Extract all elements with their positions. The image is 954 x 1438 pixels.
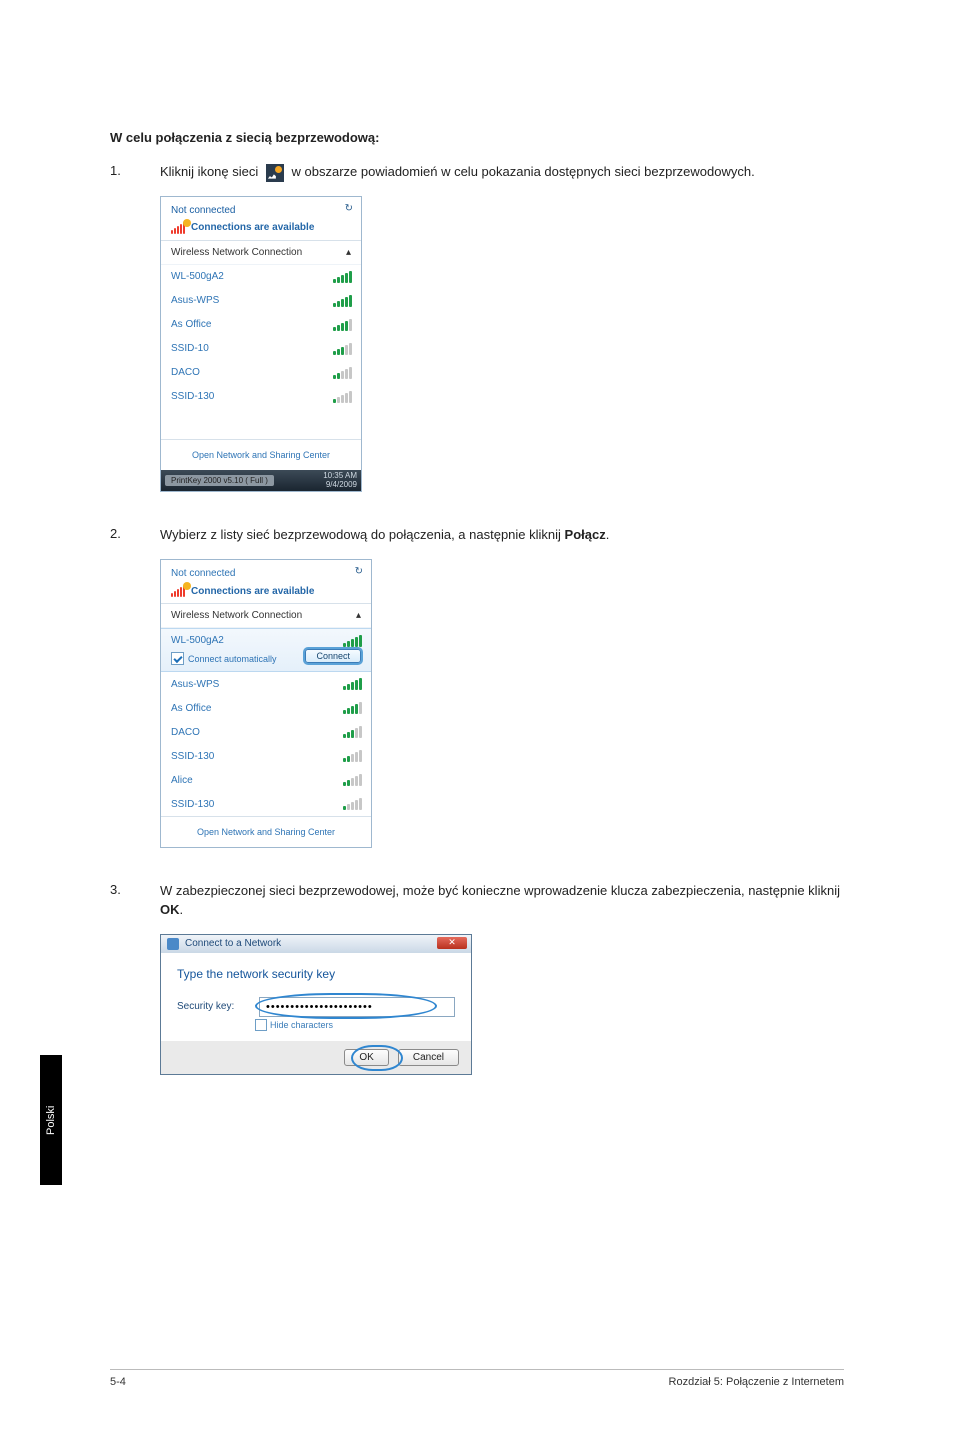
step-1-number: 1. bbox=[110, 163, 160, 182]
network-item[interactable]: SSID-130 bbox=[161, 385, 361, 409]
signal-strength-icon bbox=[343, 750, 361, 762]
network-name: Asus-WPS bbox=[171, 679, 219, 690]
network-item[interactable]: SSID-10 bbox=[161, 337, 361, 361]
ok-button[interactable]: OK bbox=[344, 1049, 388, 1066]
step-3: 3. W zabezpieczonej sieci bezprzewodowej… bbox=[110, 882, 844, 920]
refresh-icon[interactable]: ↻ bbox=[345, 203, 353, 214]
network-item[interactable]: Alice bbox=[161, 768, 371, 792]
network-item[interactable]: DACO bbox=[161, 720, 371, 744]
step-3-text-bold: OK bbox=[160, 902, 180, 917]
network-item[interactable]: WL-500gA2 bbox=[161, 265, 361, 289]
network-name: WL-500gA2 bbox=[171, 635, 361, 646]
connections-available-icon bbox=[171, 585, 185, 597]
section-heading: W celu połączenia z siecią bezprzewodową… bbox=[110, 130, 844, 145]
step-2-number: 2. bbox=[110, 526, 160, 545]
signal-strength-icon bbox=[343, 635, 361, 647]
signal-strength-icon bbox=[343, 774, 361, 786]
signal-strength-icon bbox=[343, 798, 361, 810]
connections-available-label: Connections are available bbox=[191, 586, 314, 597]
wireless-section-title: Wireless Network Connection bbox=[171, 247, 302, 258]
close-button[interactable]: ✕ bbox=[437, 937, 467, 949]
network-item[interactable]: SSID-130 bbox=[161, 744, 371, 768]
chapter-title: Rozdział 5: Połączenie z Internetem bbox=[669, 1376, 844, 1388]
open-sharing-center-link[interactable]: Open Network and Sharing Center bbox=[161, 816, 371, 847]
network-name: Asus-WPS bbox=[171, 295, 219, 306]
signal-strength-icon bbox=[333, 271, 351, 283]
signal-strength-icon bbox=[333, 367, 351, 379]
network-item[interactable]: DACO bbox=[161, 361, 361, 385]
step-3-text-post: . bbox=[180, 902, 184, 917]
page-number: 5-4 bbox=[110, 1376, 126, 1388]
network-item[interactable]: Asus-WPS bbox=[161, 289, 361, 313]
network-status-title: Not connected bbox=[171, 568, 361, 579]
network-flyout-connect: Not connected ↻ Connections are availabl… bbox=[160, 559, 372, 848]
network-item[interactable]: SSID-130 bbox=[161, 792, 371, 816]
signal-strength-icon bbox=[333, 391, 351, 403]
connections-available-label: Connections are available bbox=[191, 222, 314, 233]
language-side-tab: Polski bbox=[40, 1055, 62, 1185]
signal-strength-icon bbox=[333, 319, 351, 331]
wireless-section-title: Wireless Network Connection bbox=[171, 610, 302, 621]
open-sharing-center-link[interactable]: Open Network and Sharing Center bbox=[161, 439, 361, 470]
step-1-body: Kliknij ikonę sieci w obszarze powiadomi… bbox=[160, 163, 844, 182]
network-name: SSID-10 bbox=[171, 343, 209, 354]
refresh-icon[interactable]: ↻ bbox=[355, 566, 363, 577]
network-item[interactable]: As Office bbox=[161, 696, 371, 720]
dialog-app-icon bbox=[167, 938, 179, 950]
step-3-body: W zabezpieczonej sieci bezprzewodowej, m… bbox=[160, 882, 844, 920]
signal-strength-icon bbox=[333, 343, 351, 355]
signal-strength-icon bbox=[343, 678, 361, 690]
dialog-title: Connect to a Network bbox=[185, 938, 281, 949]
signal-strength-icon bbox=[343, 702, 361, 714]
network-name: SSID-130 bbox=[171, 799, 214, 810]
network-item[interactable]: As Office bbox=[161, 313, 361, 337]
network-name: As Office bbox=[171, 703, 211, 714]
step-1: 1. Kliknij ikonę sieci w obszarze powiad… bbox=[110, 163, 844, 182]
network-name: Alice bbox=[171, 775, 193, 786]
collapse-icon[interactable]: ▴ bbox=[346, 247, 351, 258]
network-name: DACO bbox=[171, 727, 200, 738]
security-key-label: Security key: bbox=[177, 1001, 247, 1012]
security-key-input[interactable] bbox=[259, 997, 455, 1017]
page-footer: 5-4 Rozdział 5: Połączenie z Internetem bbox=[110, 1369, 844, 1388]
step-3-number: 3. bbox=[110, 882, 160, 920]
connect-button[interactable]: Connect bbox=[305, 649, 361, 663]
cancel-button[interactable]: Cancel bbox=[398, 1049, 459, 1066]
taskbar: PrintKey 2000 v5.10 ( Full ) 10:35 AM 9/… bbox=[161, 470, 361, 492]
step-1-text-post: w obszarze powiadomień w celu pokazania … bbox=[292, 164, 755, 179]
step-1-text-pre: Kliknij ikonę sieci bbox=[160, 164, 262, 179]
taskbar-time: 10:35 AM bbox=[323, 471, 357, 480]
network-tray-icon bbox=[266, 164, 284, 182]
signal-strength-icon bbox=[343, 726, 361, 738]
step-2-text-pre: Wybierz z listy sieć bezprzewodową do po… bbox=[160, 527, 565, 542]
step-2: 2. Wybierz z listy sieć bezprzewodową do… bbox=[110, 526, 844, 545]
signal-strength-icon bbox=[333, 295, 351, 307]
network-flyout-list: Not connected ↻ Connections are availabl… bbox=[160, 196, 362, 493]
hide-characters-checkbox[interactable] bbox=[255, 1019, 267, 1031]
connect-auto-label: Connect automatically bbox=[188, 654, 277, 664]
connect-auto-checkbox[interactable] bbox=[171, 652, 184, 665]
hide-characters-label: Hide characters bbox=[270, 1020, 333, 1030]
network-item-selected[interactable]: WL-500gA2 Connect automatically Connect bbox=[161, 628, 371, 672]
step-2-text-post: . bbox=[606, 527, 610, 542]
step-2-body: Wybierz z listy sieć bezprzewodową do po… bbox=[160, 526, 844, 545]
collapse-icon[interactable]: ▴ bbox=[356, 610, 361, 621]
network-status-title: Not connected bbox=[171, 205, 351, 216]
network-name: As Office bbox=[171, 319, 211, 330]
taskbar-date: 9/4/2009 bbox=[326, 480, 357, 489]
taskbar-app[interactable]: PrintKey 2000 v5.10 ( Full ) bbox=[165, 475, 274, 486]
network-name: DACO bbox=[171, 367, 200, 378]
step-2-text-bold: Połącz bbox=[565, 527, 606, 542]
network-name: WL-500gA2 bbox=[171, 271, 224, 282]
network-name: SSID-130 bbox=[171, 751, 214, 762]
network-name: SSID-130 bbox=[171, 391, 214, 402]
dialog-prompt: Type the network security key bbox=[177, 967, 455, 981]
connections-available-icon bbox=[171, 222, 185, 234]
security-key-dialog: Connect to a Network ✕ Type the network … bbox=[160, 934, 472, 1075]
step-3-text-pre: W zabezpieczonej sieci bezprzewodowej, m… bbox=[160, 883, 840, 898]
network-item[interactable]: Asus-WPS bbox=[161, 672, 371, 696]
